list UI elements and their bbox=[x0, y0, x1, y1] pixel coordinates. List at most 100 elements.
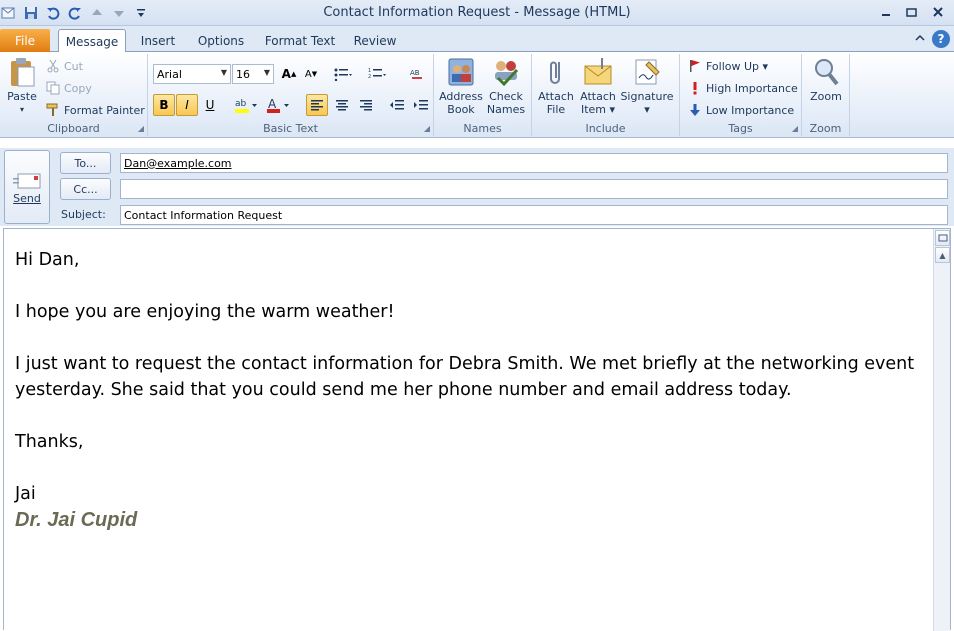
subject-field[interactable]: Contact Information Request bbox=[120, 205, 948, 225]
scissors-icon bbox=[47, 59, 59, 73]
body-greeting: Hi Dan, bbox=[15, 250, 80, 270]
help-icon[interactable]: ? bbox=[932, 30, 950, 48]
message-header: Send To... Cc... Subject: Dan@example.co… bbox=[0, 148, 954, 226]
minimize-icon[interactable] bbox=[876, 4, 896, 20]
tab-insert[interactable]: Insert bbox=[135, 29, 181, 52]
clear-formatting-icon[interactable]: AB bbox=[406, 63, 428, 85]
increase-indent-icon[interactable] bbox=[410, 94, 432, 116]
close-icon[interactable] bbox=[928, 4, 948, 20]
zoom-button-label: Zoom bbox=[810, 90, 842, 103]
align-left-icon[interactable] bbox=[306, 94, 328, 116]
font-size-value: 16 bbox=[236, 67, 250, 81]
attach-file-button[interactable]: Attach File bbox=[538, 56, 574, 116]
window-title: Contact Information Request - Message (H… bbox=[323, 5, 631, 20]
group-include: Attach File Attach Item ▾ Signature ▾ In… bbox=[532, 54, 680, 136]
highlight-icon[interactable]: ab bbox=[232, 94, 260, 116]
basic-text-launcher-icon[interactable]: ◢ bbox=[424, 124, 430, 133]
low-importance-button[interactable]: Low Importance bbox=[688, 100, 794, 120]
cut-label: Cut bbox=[64, 59, 83, 73]
numbering-icon[interactable]: 12 bbox=[366, 63, 388, 85]
shrink-font-icon[interactable]: A ▼ bbox=[300, 63, 322, 85]
restore-icon[interactable] bbox=[902, 4, 922, 20]
font-name-dropdown-icon: ▼ bbox=[220, 68, 227, 77]
signature-icon bbox=[635, 59, 660, 85]
tab-file[interactable]: File bbox=[0, 29, 50, 52]
down-arrow-icon bbox=[690, 104, 700, 116]
high-importance-button[interactable]: High Importance bbox=[688, 78, 798, 98]
attach-file-label-2: File bbox=[546, 103, 566, 116]
svg-text:2: 2 bbox=[368, 74, 371, 80]
font-size-dropdown-icon: ▼ bbox=[263, 68, 270, 77]
minimize-ribbon-icon[interactable] bbox=[914, 32, 926, 46]
cut-button[interactable]: Cut bbox=[46, 56, 83, 76]
grow-font-icon[interactable]: A ▲ bbox=[278, 63, 300, 85]
window-controls bbox=[876, 4, 948, 20]
group-names: Address Book Check Names Names bbox=[434, 54, 532, 136]
follow-up-button[interactable]: Follow Up ▾ bbox=[688, 56, 768, 76]
align-right-icon[interactable] bbox=[355, 94, 377, 116]
group-zoom: Zoom Zoom bbox=[802, 54, 850, 136]
tags-launcher-icon[interactable]: ◢ bbox=[792, 124, 798, 133]
font-size-combo[interactable]: 16 ▼ bbox=[232, 64, 274, 84]
body-line-1: I hope you are enjoying the warm weather… bbox=[15, 302, 395, 322]
ruler-toggle-icon[interactable] bbox=[935, 230, 950, 246]
low-importance-label: Low Importance bbox=[706, 103, 795, 117]
to-recipient[interactable]: Dan@example.com bbox=[124, 157, 232, 170]
format-painter-label: Format Painter bbox=[64, 103, 145, 117]
scroll-up-icon[interactable]: ▲ bbox=[935, 247, 950, 263]
underline-button[interactable]: U bbox=[199, 94, 221, 116]
copy-button[interactable]: Copy bbox=[46, 78, 92, 98]
bullets-icon[interactable] bbox=[332, 63, 354, 85]
font-name-combo[interactable]: Arial ▼ bbox=[153, 64, 231, 84]
to-field[interactable]: Dan@example.com bbox=[120, 153, 948, 173]
follow-up-label: Follow Up ▾ bbox=[706, 59, 769, 73]
bold-button[interactable]: B bbox=[153, 94, 175, 116]
paste-button[interactable]: Paste ▾ bbox=[4, 56, 40, 116]
message-body-text[interactable]: Hi Dan, I hope you are enjoying the warm… bbox=[15, 247, 920, 533]
svg-text:AB: AB bbox=[410, 69, 420, 77]
cc-button[interactable]: Cc... bbox=[60, 178, 111, 200]
signature-button[interactable]: Signature ▾ bbox=[620, 56, 674, 116]
tab-format-text[interactable]: Format Text bbox=[264, 29, 336, 52]
check-names-label-2: Names bbox=[486, 103, 526, 116]
address-book-button[interactable]: Address Book bbox=[439, 56, 483, 116]
address-book-label-2: Book bbox=[447, 103, 475, 116]
include-group-label: Include bbox=[585, 122, 626, 135]
decrease-indent-icon[interactable] bbox=[386, 94, 408, 116]
check-names-label-1: Check bbox=[489, 90, 523, 103]
envelope-clip-icon bbox=[584, 58, 612, 85]
italic-button[interactable]: I bbox=[176, 94, 198, 116]
tab-options[interactable]: Options bbox=[194, 29, 248, 52]
attach-item-label-1: Attach bbox=[580, 90, 616, 103]
cc-field[interactable] bbox=[120, 179, 948, 199]
attach-item-button[interactable]: Attach Item ▾ bbox=[578, 56, 618, 116]
check-names-button[interactable]: Check Names bbox=[486, 56, 526, 116]
message-body[interactable]: Hi Dan, I hope you are enjoying the warm… bbox=[3, 228, 951, 631]
send-envelope-icon bbox=[13, 173, 41, 188]
font-color-icon[interactable]: A bbox=[264, 94, 292, 116]
send-label: Send bbox=[13, 191, 41, 205]
address-book-label-1: Address bbox=[439, 90, 483, 103]
format-painter-button[interactable]: Format Painter bbox=[46, 100, 145, 120]
body-line-2: I just want to request the contact infor… bbox=[15, 354, 915, 400]
address-book-icon bbox=[448, 58, 474, 86]
paintbrush-icon bbox=[46, 103, 58, 116]
to-button[interactable]: To... bbox=[60, 152, 111, 174]
clipboard-launcher-icon[interactable]: ◢ bbox=[138, 124, 144, 133]
align-center-icon[interactable] bbox=[331, 94, 353, 116]
zoom-group-label: Zoom bbox=[809, 122, 842, 135]
paperclip-icon bbox=[550, 61, 560, 84]
paste-label: Paste bbox=[7, 90, 37, 103]
group-clipboard: Paste ▾ Cut Copy Format Painter Clipboar… bbox=[0, 54, 148, 136]
zoom-button[interactable]: Zoom bbox=[808, 56, 844, 103]
send-button[interactable]: Send bbox=[4, 150, 50, 224]
svg-text:ab: ab bbox=[235, 99, 247, 109]
copy-label: Copy bbox=[64, 81, 92, 95]
tab-message[interactable]: Message bbox=[58, 29, 126, 53]
flag-icon bbox=[690, 60, 700, 72]
group-tags: Follow Up ▾ High Importance Low Importan… bbox=[680, 54, 802, 136]
vertical-scrollbar[interactable]: ▲ bbox=[933, 229, 950, 631]
attach-file-label-1: Attach bbox=[538, 90, 574, 103]
tab-review[interactable]: Review bbox=[350, 29, 400, 52]
paste-dropdown-icon[interactable]: ▾ bbox=[20, 103, 24, 116]
